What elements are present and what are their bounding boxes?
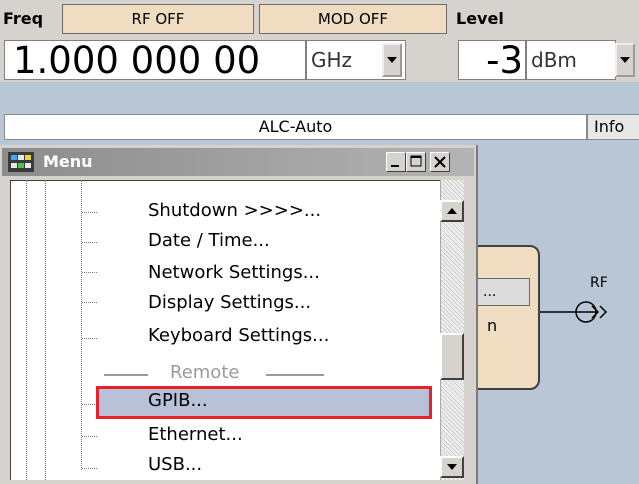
- tree-connector: [82, 212, 97, 213]
- tree-guide-line: [81, 180, 82, 470]
- level-unit-dropdown-button[interactable]: [615, 43, 635, 77]
- section-divider: [104, 374, 148, 376]
- menu-app-icon: [8, 152, 34, 172]
- menu-item-date-time[interactable]: Date / Time...: [148, 230, 270, 251]
- mod-off-button[interactable]: MOD OFF: [259, 4, 447, 34]
- tree-guide-line: [26, 180, 27, 480]
- tree-connector: [82, 272, 97, 273]
- maximize-icon: [410, 155, 422, 167]
- block-config-button[interactable]: ...: [470, 278, 530, 306]
- chevron-down-icon: [387, 57, 397, 63]
- rf-connector-icon[interactable]: [540, 290, 639, 330]
- menu-item-shutdown[interactable]: Shutdown >>>>...: [148, 200, 321, 221]
- freq-label: Freq: [3, 9, 44, 28]
- arrow-up-icon: [447, 208, 457, 214]
- info-button[interactable]: Info: [587, 114, 639, 140]
- tree-connector: [82, 468, 97, 469]
- tree-connector: [82, 302, 97, 303]
- level-label: Level: [456, 9, 504, 28]
- menu-item-gpib-selected[interactable]: [96, 386, 432, 419]
- tree-connector: [82, 242, 97, 243]
- scroll-up-button[interactable]: [440, 200, 464, 222]
- maximize-button[interactable]: [406, 152, 426, 172]
- tree-connector: [82, 436, 97, 437]
- level-value-field[interactable]: -3: [458, 40, 526, 80]
- rf-output-label: RF: [590, 275, 608, 291]
- tree-connector: [82, 404, 97, 405]
- rf-off-button[interactable]: RF OFF: [62, 4, 254, 34]
- section-divider: [266, 374, 324, 376]
- scroll-thumb[interactable]: [440, 333, 464, 380]
- menu-item-keyboard-settings[interactable]: Keyboard Settings...: [148, 325, 329, 346]
- minimize-button[interactable]: [386, 152, 406, 172]
- menu-item-ethernet[interactable]: Ethernet...: [148, 424, 243, 445]
- menu-item-gpib[interactable]: GPIB...: [148, 390, 208, 411]
- remote-section-label: Remote: [170, 362, 240, 383]
- block-partial-text: n: [487, 316, 498, 335]
- close-icon: [434, 156, 446, 168]
- frequency-unit-dropdown-button[interactable]: [382, 43, 402, 77]
- chevron-down-icon: [620, 57, 630, 63]
- arrow-down-icon: [447, 464, 457, 470]
- block-diagram-panel[interactable]: [470, 245, 540, 390]
- tree-guide-line: [45, 180, 46, 480]
- alc-status-field: ALC-Auto: [4, 114, 587, 140]
- level-unit-select[interactable]: dBm: [526, 40, 616, 80]
- menu-title: Menu: [43, 152, 93, 171]
- menu-scrollbar[interactable]: [440, 180, 464, 480]
- menu-item-usb[interactable]: USB...: [148, 454, 202, 475]
- close-button[interactable]: [430, 152, 450, 172]
- menu-item-display-settings[interactable]: Display Settings...: [148, 292, 311, 313]
- menu-item-network-settings[interactable]: Network Settings...: [148, 262, 320, 283]
- frequency-value-field[interactable]: 1.000 000 00: [4, 40, 306, 80]
- minimize-icon: [391, 165, 399, 167]
- scroll-down-button[interactable]: [440, 456, 464, 478]
- tree-connector: [82, 338, 97, 339]
